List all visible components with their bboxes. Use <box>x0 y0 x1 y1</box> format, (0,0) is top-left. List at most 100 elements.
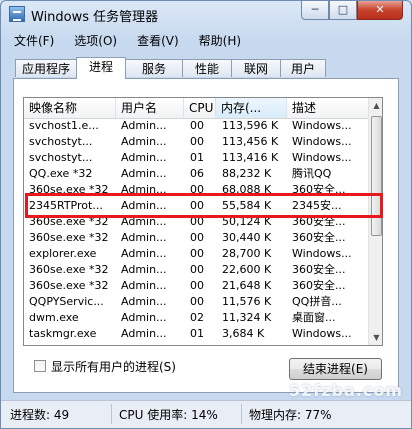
process-row[interactable]: svchostyt... Admin... 01 113,416 K Windows..… <box>24 150 369 166</box>
process-user-name: Admin... <box>121 342 181 345</box>
process-row[interactable]: QQPYServic... Admin... 00 11,576 K QQ拼音... <box>24 294 369 310</box>
process-cpu: 00 <box>190 231 204 244</box>
menu-help[interactable]: 帮助(H) <box>186 30 248 49</box>
process-memory: 113,416 K <box>222 151 279 164</box>
process-user-name: Admin... <box>121 151 167 164</box>
process-user-name: Admin... <box>121 231 167 244</box>
process-description: 360安全... <box>292 183 346 196</box>
process-memory: 21,648 K <box>222 279 272 292</box>
menu-view[interactable]: 查看(V) <box>124 30 186 49</box>
process-description: Windows... <box>292 342 368 345</box>
tab-networking[interactable]: 联网 <box>231 59 281 77</box>
task-manager-app-icon <box>9 6 25 22</box>
process-user-name: Admin... <box>121 167 167 180</box>
process-image-name: svchostyt... <box>29 151 93 164</box>
process-memory: 11,324 K <box>222 311 272 324</box>
minimize-button[interactable]: ─ <box>301 1 329 20</box>
process-row[interactable]: taskhost.exe Admin... 00 3,668 K Windows... <box>24 342 369 345</box>
process-cpu: 00 <box>190 199 204 212</box>
process-user-name: Admin... <box>121 279 167 292</box>
process-description: Windows... <box>292 135 352 148</box>
tab-users[interactable]: 用户 <box>280 59 326 77</box>
column-image-name[interactable]: 映像名称 <box>24 98 116 118</box>
process-user-name: Admin... <box>121 135 167 148</box>
tab-services[interactable]: 服务 <box>125 59 183 77</box>
show-all-users-option[interactable]: 显示所有用户的进程(S) <box>34 358 176 374</box>
process-image-name: svchostyt... <box>29 135 93 148</box>
process-row[interactable]: svchostyt... Admin... 00 113,456 K Windows..… <box>24 134 369 150</box>
end-process-button[interactable]: 结束进程(E) <box>289 358 382 380</box>
process-row[interactable]: 360se.exe *32 Admin... 00 21,648 K 360安全... <box>24 278 369 294</box>
process-row[interactable]: explorer.exe Admin... 00 28,700 K Windows... <box>24 246 369 262</box>
menu-file[interactable]: 文件(F) <box>1 30 61 49</box>
process-row[interactable]: 360se.exe *32 Admin... 00 50,124 K 360安全... <box>24 214 369 230</box>
process-cpu: 06 <box>190 167 204 180</box>
show-all-users-checkbox[interactable] <box>34 360 46 372</box>
process-image-name: 360se.exe *32 <box>29 263 109 276</box>
process-list-header: 映像名称 用户名 CPU 内存(... 描述 <box>24 98 369 119</box>
status-physical-memory: 物理内存: 77% <box>249 408 332 422</box>
watermark-text: 52fzba.com <box>289 381 404 400</box>
process-list[interactable]: 映像名称 用户名 CPU 内存(... 描述 svchost1.e... Admi… <box>23 97 383 346</box>
window-title: Windows 任务管理器 <box>31 10 159 25</box>
column-memory[interactable]: 内存(... <box>216 98 287 118</box>
title-bar[interactable]: Windows 任务管理器 ─ □ ✕ <box>1 1 411 27</box>
process-user-name: Admin... <box>121 295 167 308</box>
process-description: Windows... <box>292 327 352 340</box>
process-description: 360安全... <box>292 215 346 228</box>
process-memory: 88,232 K <box>222 167 272 180</box>
tab-processes[interactable]: 进程 <box>76 57 126 79</box>
process-description: 360安全... <box>292 231 346 244</box>
process-memory: 113,596 K <box>222 119 279 132</box>
process-image-name: svchost1.e... <box>29 119 99 132</box>
process-description: 2345安... <box>292 199 342 212</box>
menu-options[interactable]: 选项(O) <box>61 30 124 49</box>
column-description[interactable]: 描述 <box>287 98 369 118</box>
column-cpu[interactable]: CPU <box>184 98 216 118</box>
process-image-name: explorer.exe <box>29 247 97 260</box>
process-row[interactable]: svchost1.e... Admin... 00 113,596 K Windows.… <box>24 118 369 134</box>
task-manager-window: Windows 任务管理器 ─ □ ✕ 文件(F) 选项(O) 查看(V) 帮助… <box>0 0 412 429</box>
process-memory: 3,684 K <box>222 327 265 340</box>
tab-applications[interactable]: 应用程序 <box>15 59 77 77</box>
tab-performance[interactable]: 性能 <box>182 59 232 77</box>
process-user-name: Admin... <box>121 119 167 132</box>
process-row[interactable]: 2345RTProt... Admin... 00 55,584 K 2345安... <box>24 198 369 214</box>
process-row[interactable]: 360se.exe *32 Admin... 00 22,600 K 360安全... <box>24 262 369 278</box>
scroll-down-arrow-icon[interactable]: ▼ <box>370 331 382 345</box>
process-memory: 28,700 K <box>222 247 272 260</box>
process-memory: 113,456 K <box>222 135 279 148</box>
status-cpu-usage: CPU 使用率: 14% <box>119 408 218 422</box>
process-row[interactable]: QQ.exe *32 Admin... 06 88,232 K 腾讯QQ <box>24 166 369 182</box>
process-description: 腾讯QQ <box>292 167 332 180</box>
process-row[interactable]: 360se.exe *32 Admin... 00 30,440 K 360安全... <box>24 230 369 246</box>
menu-bar: 文件(F) 选项(O) 查看(V) 帮助(H) <box>1 30 411 49</box>
vertical-scrollbar[interactable]: ▲ ▼ <box>368 98 382 345</box>
close-button[interactable]: ✕ <box>357 1 403 20</box>
process-memory: 3,668 K <box>222 342 282 345</box>
process-row[interactable]: dwm.exe Admin... 02 11,324 K 桌面窗... <box>24 310 369 326</box>
process-row[interactable]: 360se.exe *32 Admin... 00 68,088 K 360安全... <box>24 182 369 198</box>
status-divider <box>111 404 112 424</box>
process-cpu: 00 <box>190 247 204 260</box>
process-user-name: Admin... <box>121 247 167 260</box>
process-memory: 22,600 K <box>222 263 272 276</box>
process-description: QQ拼音... <box>292 295 342 308</box>
process-cpu: 00 <box>190 215 204 228</box>
process-memory: 68,088 K <box>222 183 272 196</box>
process-memory: 55,584 K <box>222 199 272 212</box>
process-user-name: Admin... <box>121 215 167 228</box>
process-image-name: QQPYServic... <box>29 295 104 308</box>
column-user-name[interactable]: 用户名 <box>116 98 184 118</box>
show-all-users-label: 显示所有用户的进程(S) <box>51 359 176 374</box>
process-cpu: 00 <box>190 119 204 132</box>
scrollbar-thumb[interactable] <box>371 116 382 236</box>
process-description: 360安全... <box>292 263 346 276</box>
scroll-up-arrow-icon[interactable]: ▲ <box>370 99 382 113</box>
maximize-button[interactable]: □ <box>329 1 357 20</box>
process-rows: svchost1.e... Admin... 00 113,596 K Windows.… <box>24 118 369 345</box>
process-image-name: 360se.exe *32 <box>29 215 109 228</box>
process-row[interactable]: taskmgr.exe Admin... 01 3,684 K Windows... <box>24 326 369 342</box>
process-description: Windows... <box>292 151 352 164</box>
process-cpu: 00 <box>190 135 204 148</box>
